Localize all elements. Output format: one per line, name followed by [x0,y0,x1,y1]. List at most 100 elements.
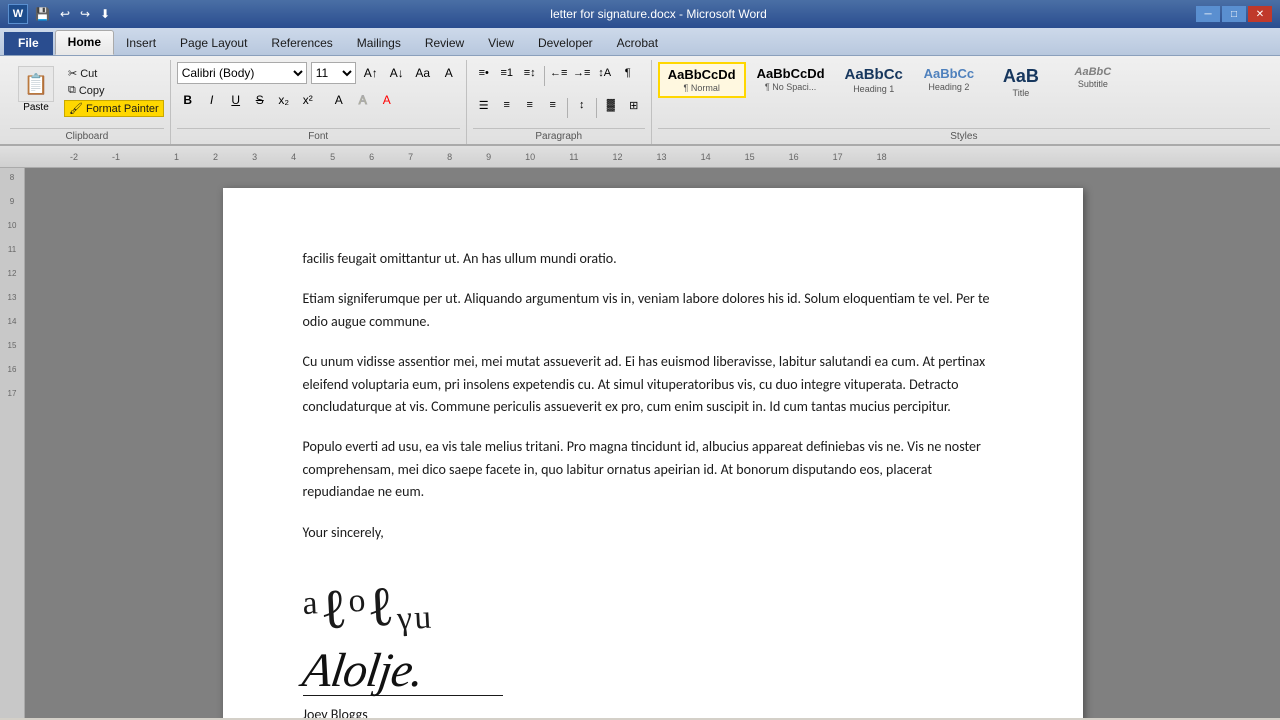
cut-button[interactable]: ✂ Cut [64,66,164,81]
strikethrough-button[interactable]: S [249,89,271,111]
doc-paragraph-1: facilis feugait omittantur ut. An has ul… [303,248,1003,270]
paragraph-group-label: Paragraph [473,128,645,144]
document-area[interactable]: facilis feugait omittantur ut. An has ul… [25,168,1280,718]
save-button[interactable]: 💾 [32,6,53,22]
signature-stylized: Alolje. [303,644,1003,695]
style-h2-preview: AaBbCc [924,66,975,82]
tab-developer[interactable]: Developer [526,32,605,55]
grow-font-button[interactable]: A↑ [360,62,382,84]
font-group: Calibri (Body) 11 A↑ A↓ Aa A B I U S x₂ … [171,60,467,144]
signer-name: Joey Bloggs [303,704,1003,719]
maximize-button[interactable]: □ [1222,6,1246,22]
scissors-icon: ✂ [68,67,77,80]
align-right-button[interactable]: ≡ [519,94,541,116]
paragraph-group: ≡• ≡1 ≡↕ ←≡ →≡ ↕A ¶ ☰ ≡ ≡ ≡ ↕ ▓ ⊞ Parag [467,60,652,144]
style-heading1[interactable]: AaBbCc Heading 1 [836,62,912,98]
styles-group-label: Styles [658,128,1270,144]
subscript-button[interactable]: x₂ [273,89,295,111]
align-left-button[interactable]: ☰ [473,94,495,116]
bold-button[interactable]: B [177,89,199,111]
signature-area: ᵃℓᵒℓᵧᵤ Alolje. Joey Bloggs [303,564,1003,718]
line-spacing-button[interactable]: ↕ [571,94,593,116]
style-title[interactable]: AaB Title [986,62,1056,102]
style-title-label: Title [1013,88,1030,98]
center-button[interactable]: ≡ [496,94,518,116]
font-color-button[interactable]: A [376,89,398,111]
increase-indent-button[interactable]: →≡ [571,62,593,84]
ruler-content: -2-1123456789101112131415161718 [270,146,1280,167]
change-case-button[interactable]: Aa [412,62,434,84]
tab-insert[interactable]: Insert [114,32,168,55]
tab-home[interactable]: Home [55,30,114,55]
shrink-font-button[interactable]: A↓ [386,62,408,84]
doc-salutation: Your sincerely, [303,522,1003,544]
clipboard-group: 📋 Paste ✂ Cut ⧉ Copy 🖌 Format Painter [4,60,171,144]
tab-review[interactable]: Review [413,32,476,55]
bullets-button[interactable]: ≡• [473,62,495,84]
doc-paragraph-2: Etiam signiferumque per ut. Aliquando ar… [303,288,1003,333]
undo-button[interactable]: ↩ [57,6,73,22]
style-nospace-preview: AaBbCcDd [757,66,825,82]
paste-button[interactable]: 📋 Paste [10,62,62,117]
window-controls: ─ □ ✕ [1196,6,1272,22]
customize-qa-button[interactable]: ⬇ [97,6,113,22]
style-h1-label: Heading 1 [853,84,894,94]
tab-view[interactable]: View [476,32,526,55]
document-page[interactable]: facilis feugait omittantur ut. An has ul… [223,188,1083,718]
doc-paragraph-4: Populo everti ad usu, ea vis tale melius… [303,436,1003,503]
format-painter-icon: 🖌 [69,102,83,115]
style-normal[interactable]: AaBbCcDd ¶ Normal [658,62,746,98]
sort-button[interactable]: ↕A [594,62,616,84]
tab-acrobat[interactable]: Acrobat [605,32,670,55]
format-painter-label: Format Painter [86,103,159,115]
style-subtitle[interactable]: AaBbC Subtitle [1058,62,1128,93]
tab-page-layout[interactable]: Page Layout [168,32,259,55]
clipboard-group-label: Clipboard [10,128,164,144]
ruler: -2-1123456789101112131415161718 [0,146,1280,168]
word-logo: W [8,4,28,24]
font-group-label: Font [177,128,460,144]
text-effect-button[interactable]: A [328,89,350,111]
shading-button[interactable]: ▓ [600,94,622,116]
doc-paragraph-3: Cu unum vidisse assentior mei, mei mutat… [303,351,1003,418]
style-heading2[interactable]: AaBbCc Heading 2 [914,62,984,96]
highlight-button[interactable]: A [352,89,374,111]
show-hide-button[interactable]: ¶ [617,62,639,84]
signature-image: ᵃℓᵒℓᵧᵤ [300,561,435,657]
tab-mailings[interactable]: Mailings [345,32,413,55]
copy-label: Copy [79,85,105,97]
superscript-button[interactable]: x² [297,89,319,111]
style-h1-preview: AaBbCc [845,66,903,84]
minimize-button[interactable]: ─ [1196,6,1220,22]
style-no-spacing[interactable]: AaBbCcDd ¶ No Spaci... [748,62,834,96]
style-subtitle-preview: AaBbC [1075,66,1112,79]
vertical-ruler: 8 9 10 11 12 13 14 15 16 17 [0,168,25,718]
ribbon-tabs: File Home Insert Page Layout References … [0,28,1280,56]
format-painter-button[interactable]: 🖌 Format Painter [64,100,164,117]
style-nospace-label: ¶ No Spaci... [765,82,816,92]
main-area: 8 9 10 11 12 13 14 15 16 17 facilis feug… [0,168,1280,718]
quick-access-toolbar: 💾 ↩ ↪ ⬇ [32,6,113,22]
tab-file[interactable]: File [4,32,53,55]
font-size-select[interactable]: 11 [311,62,356,84]
styles-group: AaBbCcDd ¶ Normal AaBbCcDd ¶ No Spaci...… [652,60,1276,144]
decrease-indent-button[interactable]: ←≡ [548,62,570,84]
title-bar: W 💾 ↩ ↪ ⬇ letter for signature.docx - Mi… [0,0,1280,28]
paste-label: Paste [23,102,49,113]
style-normal-label: ¶ Normal [684,83,720,93]
ribbon: 📋 Paste ✂ Cut ⧉ Copy 🖌 Format Painter [0,56,1280,146]
style-h2-label: Heading 2 [928,82,969,92]
justify-button[interactable]: ≡ [542,94,564,116]
underline-button[interactable]: U [225,89,247,111]
redo-button[interactable]: ↪ [77,6,93,22]
clear-format-button[interactable]: A [438,62,460,84]
close-button[interactable]: ✕ [1248,6,1272,22]
font-family-select[interactable]: Calibri (Body) [177,62,307,84]
multilevel-button[interactable]: ≡↕ [519,62,541,84]
borders-button[interactable]: ⊞ [623,94,645,116]
style-title-preview: AaB [1003,66,1039,88]
tab-references[interactable]: References [259,32,344,55]
copy-button[interactable]: ⧉ Copy [64,83,164,98]
numbering-button[interactable]: ≡1 [496,62,518,84]
italic-button[interactable]: I [201,89,223,111]
